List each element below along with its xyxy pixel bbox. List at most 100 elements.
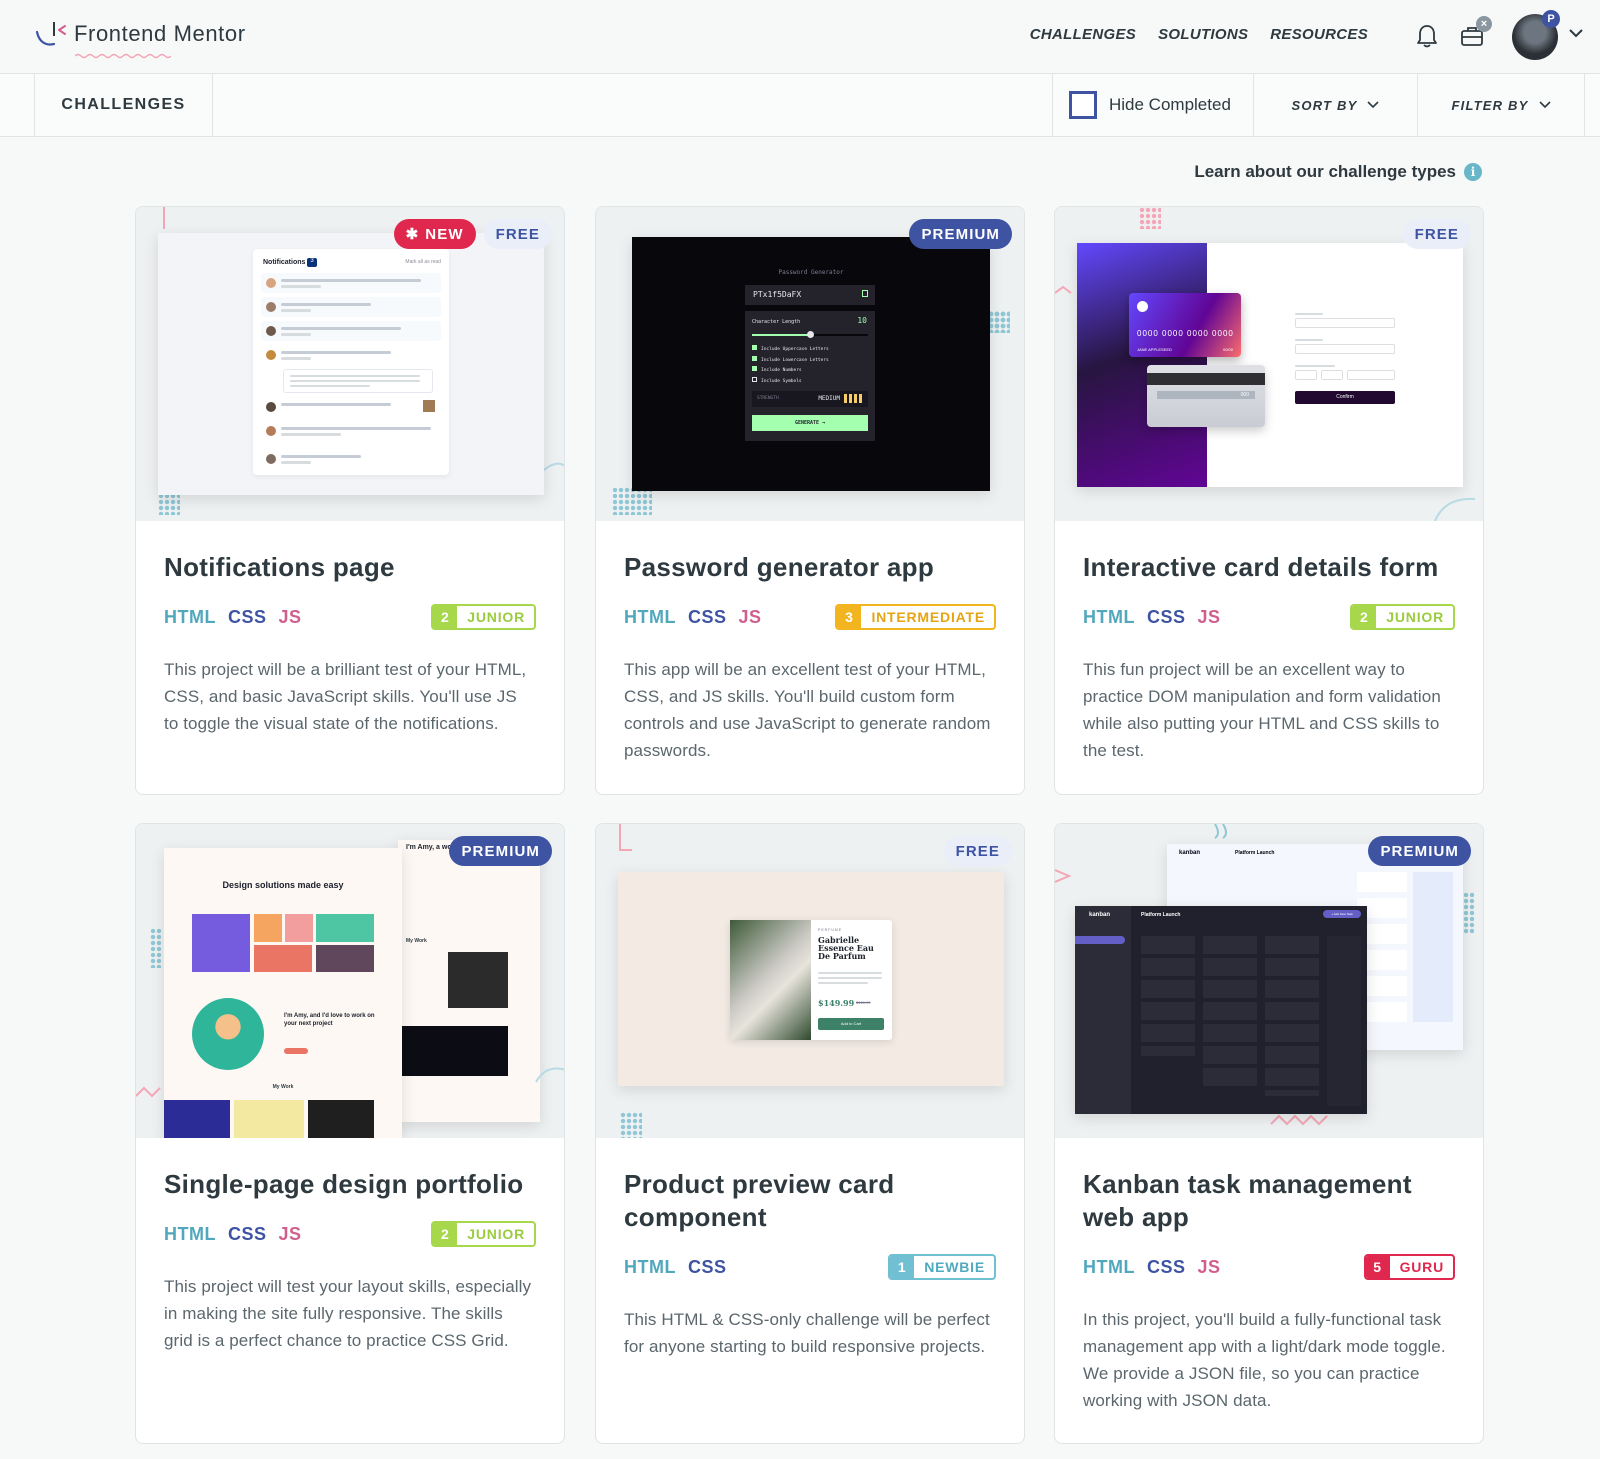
badge-group: ✱ NEW FREE <box>393 219 552 249</box>
thumb-mark-read: Mark all as read <box>405 259 441 265</box>
lang-html: HTML <box>1083 606 1135 627</box>
premium-badge: PREMIUM <box>909 219 1012 249</box>
challenge-description: This project will be a brilliant test of… <box>164 660 527 733</box>
message-preview <box>283 369 433 393</box>
badge-group: PREMIUM <box>909 219 1012 249</box>
challenge-card[interactable]: PREMIUM I'm Amy, a work on you My Work D… <box>135 823 565 1444</box>
language-tags: HTML CSS <box>624 1257 727 1278</box>
lang-js: JS <box>738 606 762 627</box>
thumb-board: Platform Launch <box>1141 912 1181 918</box>
thumb-heading: Notifications <box>263 259 306 266</box>
notif-row <box>261 321 441 341</box>
top-navigation: Frontend Mentor CHALLENGES SOLUTIONS RES… <box>0 0 1600 74</box>
dots-decor <box>620 1112 642 1138</box>
asterisk-icon: ✱ <box>405 226 420 243</box>
hiring-briefcase-icon[interactable]: × <box>1456 16 1492 52</box>
thumb-strength: MEDIUM <box>818 395 840 402</box>
sort-by-dropdown[interactable]: SORT BY <box>1253 74 1417 136</box>
challenge-card[interactable]: FREE 0000 0000 0000 0000 JANE APPLESEED … <box>1054 206 1484 795</box>
card-body: Password generator app HTML CSS JS 3 INTE… <box>596 521 1024 790</box>
decor-lines <box>136 1067 564 1098</box>
product-card: PERFUME Gabrielle Essence Eau De Parfum … <box>730 920 892 1040</box>
challenge-card[interactable]: FREE PERFUME Gabrielle Essence Eau De Pa… <box>595 823 1025 1444</box>
learn-link-label: Learn about our challenge types <box>1194 162 1456 181</box>
language-tags: HTML CSS JS <box>164 607 302 628</box>
option-row: Include Numbers <box>752 366 829 377</box>
badge-group: PREMIUM <box>1368 836 1471 866</box>
nav-solutions-link[interactable]: SOLUTIONS <box>1158 26 1248 43</box>
card-body: Kanban task management web app HTML CSS … <box>1055 1138 1483 1440</box>
challenge-thumbnail[interactable]: ✱ NEW FREE Notifications 3 Mark all as re… <box>136 207 564 521</box>
thumb-logo: kanban <box>1089 912 1111 918</box>
challenge-card[interactable]: PREMIUM Password Generator PTx1f5DaFX Ch… <box>595 206 1025 795</box>
challenge-card[interactable]: ✱ NEW FREE Notifications 3 Mark all as re… <box>135 206 565 795</box>
challenge-title[interactable]: Interactive card details form <box>1083 551 1455 584</box>
lang-css: CSS <box>227 1223 267 1244</box>
challenge-thumbnail[interactable]: PREMIUM kanban Platform Launch kanban Pl… <box>1055 824 1483 1138</box>
challenge-thumbnail[interactable]: FREE 0000 0000 0000 0000 JANE APPLESEED … <box>1055 207 1483 521</box>
lang-css: CSS <box>227 606 267 627</box>
tag-row: HTML CSS JS 2 JUNIOR <box>164 604 536 630</box>
thumb-old-price: $169.99 <box>856 1000 871 1005</box>
badge-group: FREE <box>1402 219 1471 249</box>
notif-row <box>261 297 441 317</box>
lang-js: JS <box>278 606 302 627</box>
tag-row: HTML CSS JS 2 JUNIOR <box>1083 604 1455 630</box>
filter-by-dropdown[interactable]: FILTER BY <box>1417 74 1585 136</box>
challenge-title[interactable]: Notifications page <box>164 551 536 584</box>
thumb-heading: Password Generator <box>778 269 844 276</box>
challenge-thumbnail[interactable]: PREMIUM Password Generator PTx1f5DaFX Ch… <box>596 207 1024 521</box>
premium-badge: PREMIUM <box>1368 836 1471 866</box>
kanban-column <box>1203 936 1257 1086</box>
challenge-thumbnail[interactable]: FREE PERFUME Gabrielle Essence Eau De Pa… <box>596 824 1024 1138</box>
lang-html: HTML <box>164 606 216 627</box>
nav-challenges-link[interactable]: CHALLENGES <box>1030 26 1136 43</box>
language-tags: HTML CSS JS <box>164 1224 302 1245</box>
screenshot-preview: kanban Platform Launch + Add New Task <box>1075 906 1367 1114</box>
notif-row <box>261 449 441 469</box>
difficulty-badge: 2 JUNIOR <box>431 604 536 630</box>
tag-row: HTML CSS JS 2 JUNIOR <box>164 1221 536 1247</box>
challenge-description: This app will be an excellent test of yo… <box>624 660 991 760</box>
hide-completed-label: Hide Completed <box>1109 95 1231 114</box>
challenge-description: In this project, you'll build a fully-fu… <box>1083 1310 1446 1410</box>
kanban-column <box>1141 936 1195 1056</box>
new-badge: ✱ NEW <box>393 219 476 249</box>
challenge-thumbnail[interactable]: PREMIUM I'm Amy, a work on you My Work D… <box>136 824 564 1138</box>
hide-completed-toggle[interactable]: Hide Completed <box>1052 74 1253 136</box>
tag-row: HTML CSS JS 5 GURU <box>1083 1254 1455 1280</box>
chevron-down-icon[interactable] <box>1568 28 1584 38</box>
strength-bars <box>844 394 862 403</box>
learn-challenge-types-link[interactable]: Learn about our challenge types i <box>1194 162 1482 182</box>
challenge-description: This fun project will be an excellent wa… <box>1083 660 1441 760</box>
challenge-title[interactable]: Single-page design portfolio <box>164 1168 536 1201</box>
premium-badge: PREMIUM <box>449 836 552 866</box>
language-tags: HTML CSS JS <box>624 607 762 628</box>
pro-badge: P <box>1542 10 1560 28</box>
challenge-card[interactable]: PREMIUM kanban Platform Launch kanban Pl… <box>1054 823 1484 1444</box>
chevron-down-icon <box>1538 101 1551 109</box>
thumb-length-label: Character Length <box>752 319 801 325</box>
hide-completed-checkbox[interactable] <box>1069 91 1097 119</box>
thumb-category: PERFUME <box>818 928 843 932</box>
screenshot-preview: PERFUME Gabrielle Essence Eau De Parfum … <box>618 872 1004 1086</box>
thumb-add-to-cart: Add to Cart <box>818 1018 884 1030</box>
challenges-toolbar: CHALLENGES Hide Completed SORT BY FILTER… <box>0 74 1600 137</box>
lang-js: JS <box>1197 606 1221 627</box>
lang-html: HTML <box>164 1223 216 1244</box>
dismiss-badge[interactable]: × <box>1476 16 1492 32</box>
challenge-title[interactable]: Kanban task management web app <box>1083 1168 1455 1234</box>
lang-css: CSS <box>1146 606 1186 627</box>
challenge-title[interactable]: Product preview card component <box>624 1168 996 1234</box>
challenge-title[interactable]: Password generator app <box>624 551 996 584</box>
thumb-logo-light: kanban <box>1179 850 1201 856</box>
brand-logo[interactable]: Frontend Mentor <box>34 18 246 59</box>
thumb-strength-label: STRENGTH <box>757 396 779 401</box>
notifications-bell-icon[interactable] <box>1411 20 1443 52</box>
product-image <box>730 920 811 1040</box>
nav-resources-link[interactable]: RESOURCES <box>1270 26 1368 43</box>
card-body: Single-page design portfolio HTML CSS JS… <box>136 1138 564 1380</box>
thumb-board-light: Platform Launch <box>1235 850 1275 856</box>
lang-html: HTML <box>624 606 676 627</box>
kanban-column <box>1265 936 1319 1096</box>
